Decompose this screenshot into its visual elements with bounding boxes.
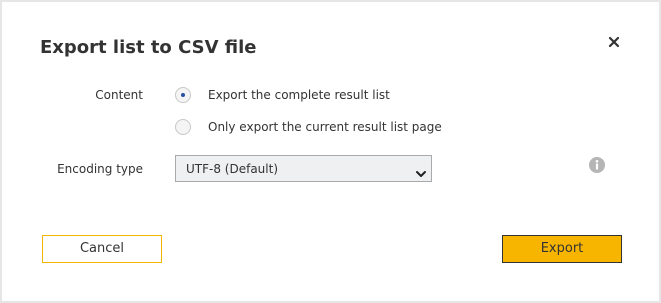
export-button[interactable]: Export: [502, 235, 622, 263]
radio-export-complete-list[interactable]: [175, 87, 191, 103]
close-icon[interactable]: [606, 34, 622, 50]
chevron-down-icon: [415, 164, 427, 177]
radio-label-export-complete-list[interactable]: Export the complete result list: [208, 88, 390, 102]
radio-export-current-page[interactable]: [175, 119, 191, 135]
content-label: Content: [95, 88, 143, 102]
export-csv-dialog: Export list to CSV file Content Export t…: [0, 0, 661, 303]
encoding-selected-value: UTF-8 (Default): [186, 162, 279, 176]
dialog-title: Export list to CSV file: [40, 37, 257, 58]
info-icon[interactable]: [589, 157, 605, 173]
radio-label-export-current-page[interactable]: Only export the current result list page: [208, 120, 442, 134]
cancel-button[interactable]: Cancel: [42, 235, 162, 263]
encoding-type-select[interactable]: UTF-8 (Default): [175, 155, 432, 182]
encoding-type-label: Encoding type: [57, 162, 143, 176]
